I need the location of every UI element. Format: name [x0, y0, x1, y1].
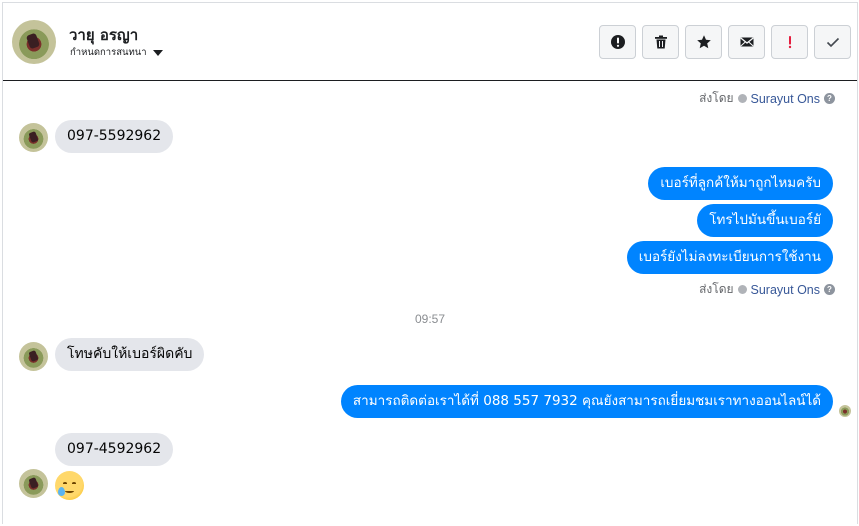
outgoing-message[interactable]: สามารถติดต่อเราได้ที่ 088 557 7932 คุณยั…: [340, 385, 833, 418]
red-exclamation-icon: [788, 36, 791, 49]
exclamation-circle-icon: [610, 35, 625, 49]
incoming-message[interactable]: โทษคับให้เบอร์ผิดคับ: [55, 338, 205, 371]
contact-avatar-small[interactable]: [19, 123, 48, 152]
contact-avatar-small[interactable]: [19, 469, 48, 498]
help-icon[interactable]: ?: [824, 93, 835, 104]
sent-by-name[interactable]: Surayut Ons: [751, 92, 820, 106]
sent-by-meta: ส่งโดย Surayut Ons ?: [699, 89, 835, 108]
conversation-status-label: กำหนดการสนทนา: [70, 47, 147, 58]
incoming-message[interactable]: 097-4592962: [55, 433, 174, 466]
conversation-window: วายุ อรญา กำหนดการสนทนา ส่งโดย Surayut O…: [2, 2, 858, 524]
emoji-eye: [63, 482, 67, 485]
page-dot-icon: [737, 94, 747, 103]
incoming-message[interactable]: 097-5592962: [55, 120, 174, 153]
seen-avatar: [839, 405, 851, 417]
mail-button[interactable]: [728, 25, 765, 59]
outgoing-message[interactable]: โทรไปมันขึ้นเบอร์ยั: [697, 204, 833, 237]
star-button[interactable]: [685, 25, 722, 59]
star-icon: [696, 35, 711, 49]
conversation-header: วายุ อรญา กำหนดการสนทนา: [3, 3, 857, 81]
contact-avatar-small[interactable]: [19, 342, 48, 371]
trash-icon: [654, 35, 667, 49]
conversation-toolbar: [599, 25, 851, 59]
envelope-icon: [739, 37, 754, 47]
sent-by-label: ส่งโดย: [699, 282, 734, 296]
contact-avatar[interactable]: [12, 20, 56, 64]
page-dot-icon: [737, 285, 747, 294]
face-holding-back-tears-emoji[interactable]: [55, 471, 84, 500]
caret-down-icon: [152, 49, 163, 56]
done-button[interactable]: [814, 25, 851, 59]
delete-button[interactable]: [642, 25, 679, 59]
sent-by-name[interactable]: Surayut Ons: [751, 283, 820, 297]
contact-name[interactable]: วายุ อรญา: [69, 23, 138, 47]
alert-button[interactable]: [599, 25, 636, 59]
important-button[interactable]: [771, 25, 808, 59]
emoji-mouth: [65, 489, 74, 493]
emoji-tear: [58, 487, 65, 496]
sent-by-meta: ส่งโดย Surayut Ons ?: [699, 280, 835, 299]
check-icon: [826, 37, 839, 48]
outgoing-message[interactable]: เบอร์ยังไม่ลงทะเบียนการใช้งาน: [626, 241, 833, 274]
timestamp-separator: 09:57: [414, 312, 446, 326]
emoji-eye: [72, 482, 76, 485]
help-icon[interactable]: ?: [824, 284, 835, 295]
sent-by-label: ส่งโดย: [699, 91, 734, 105]
outgoing-message[interactable]: เบอร์ที่ลูกค้ให้มาถูกไหมครับ: [648, 167, 833, 200]
conversation-status-dropdown[interactable]: กำหนดการสนทนา: [70, 45, 163, 60]
